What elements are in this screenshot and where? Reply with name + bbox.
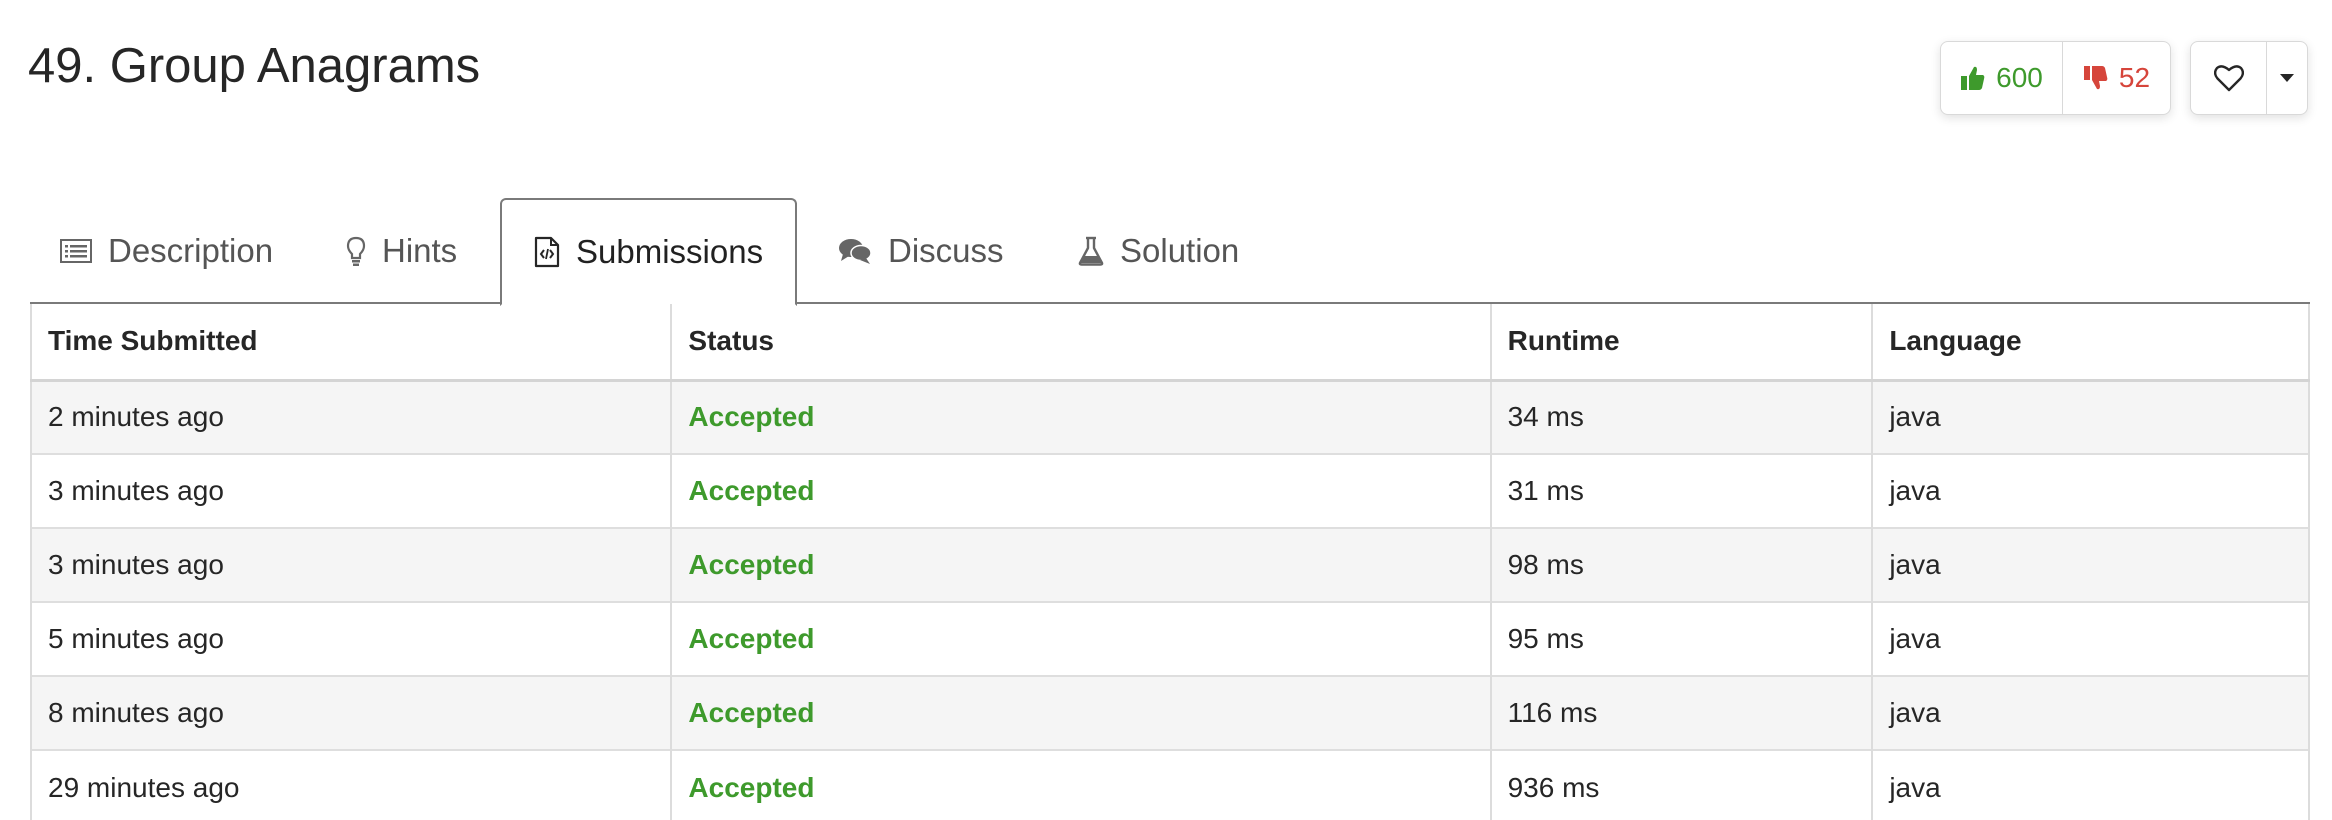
- cell-language: java: [1871, 675, 2310, 750]
- page: 49. Group Anagrams 600 52 Description Hi…: [0, 0, 2332, 820]
- tab-hints[interactable]: Hints: [346, 198, 457, 304]
- status-link[interactable]: Accepted: [688, 772, 814, 803]
- comments-icon: [838, 237, 872, 265]
- table-row: 3 minutes ago Accepted 31 ms java: [29, 453, 2310, 528]
- table-row: 8 minutes ago Accepted 116 ms java: [29, 675, 2310, 750]
- status-link[interactable]: Accepted: [688, 623, 814, 654]
- table-header-row: Time Submitted Status Runtime Language: [29, 304, 2310, 382]
- table-row: 29 minutes ago Accepted 936 ms java: [29, 749, 2310, 820]
- cell-runtime: 936 ms: [1489, 749, 1874, 820]
- lightbulb-icon: [346, 236, 366, 266]
- cell-time: 8 minutes ago: [29, 675, 673, 750]
- cell-language: java: [1871, 453, 2310, 528]
- cell-runtime: 116 ms: [1489, 675, 1874, 750]
- cell-time: 3 minutes ago: [29, 453, 673, 528]
- problem-tabs: Description Hints Submissions Discuss So…: [30, 198, 2310, 306]
- cell-runtime: 98 ms: [1489, 527, 1874, 602]
- tab-submissions[interactable]: Submissions: [500, 198, 798, 306]
- tab-label: Hints: [382, 232, 458, 269]
- table-row: 3 minutes ago Accepted 98 ms java: [29, 527, 2310, 602]
- tab-solution[interactable]: Solution: [1078, 198, 1239, 304]
- table-row: 2 minutes ago Accepted 34 ms java: [29, 379, 2310, 454]
- tab-label: Solution: [1120, 232, 1240, 269]
- header-language: Language: [1871, 304, 2310, 382]
- table-row: 5 minutes ago Accepted 95 ms java: [29, 601, 2310, 676]
- cell-language: java: [1871, 527, 2310, 602]
- dislike-count: 52: [2118, 62, 2151, 93]
- tab-label: Submissions: [576, 233, 764, 270]
- cell-language: java: [1871, 379, 2310, 454]
- tab-discuss[interactable]: Discuss: [838, 198, 1004, 304]
- tab-label: Discuss: [888, 232, 1004, 269]
- status-link[interactable]: Accepted: [688, 475, 814, 506]
- cell-time: 29 minutes ago: [29, 749, 673, 820]
- tab-label: Description: [108, 232, 274, 269]
- header-time-submitted: Time Submitted: [29, 304, 673, 382]
- cell-time: 5 minutes ago: [29, 601, 673, 676]
- status-link[interactable]: Accepted: [688, 401, 814, 432]
- thumbs-down-icon: [2083, 66, 2108, 90]
- cell-runtime: 34 ms: [1489, 379, 1874, 454]
- cell-language: java: [1871, 601, 2310, 676]
- dislike-button[interactable]: 52: [2063, 42, 2170, 114]
- favorite-button[interactable]: [2191, 42, 2267, 114]
- cell-time: 3 minutes ago: [29, 527, 673, 602]
- cell-language: java: [1871, 749, 2310, 820]
- vote-group: 600 52: [1940, 41, 2171, 115]
- code-file-icon: [534, 236, 560, 268]
- cell-time: 2 minutes ago: [29, 379, 673, 454]
- cell-runtime: 31 ms: [1489, 453, 1874, 528]
- header-status: Status: [670, 304, 1492, 382]
- like-button[interactable]: 600: [1941, 42, 2063, 114]
- favorite-group: [2190, 41, 2308, 115]
- status-link[interactable]: Accepted: [688, 549, 814, 580]
- like-count: 600: [1996, 62, 2043, 93]
- flask-icon: [1078, 236, 1104, 266]
- status-link[interactable]: Accepted: [688, 697, 814, 728]
- list-icon: [60, 239, 92, 263]
- heart-icon: [2213, 65, 2244, 92]
- favorite-dropdown-button[interactable]: [2267, 42, 2307, 114]
- cell-runtime: 95 ms: [1489, 601, 1874, 676]
- caret-down-icon: [2280, 74, 2294, 82]
- header-runtime: Runtime: [1489, 304, 1874, 382]
- thumbs-up-icon: [1961, 66, 1985, 90]
- submissions-table: Time Submitted Status Runtime Language 2…: [29, 304, 2310, 820]
- tab-description[interactable]: Description: [60, 198, 273, 304]
- page-title: 49. Group Anagrams: [28, 39, 481, 93]
